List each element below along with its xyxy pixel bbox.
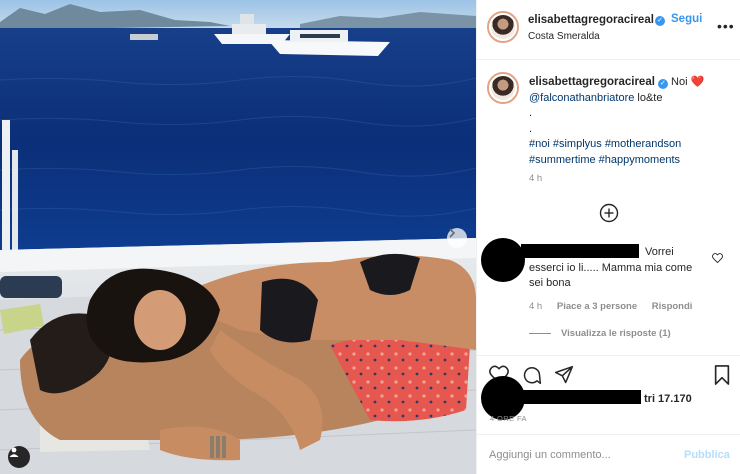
share-icon	[554, 365, 574, 384]
user-tag-button[interactable]	[8, 446, 30, 468]
comment-meta: 4 h Piace a 3 persone Rispondi	[529, 301, 704, 312]
comment-line: Vorrei	[645, 246, 674, 258]
header-username[interactable]: elisabettagregoracireal	[528, 14, 654, 26]
load-more-comments-button[interactable]	[599, 203, 619, 223]
heart-icon	[712, 253, 723, 264]
caption: elisabettagregoracireal ✓ Noi ❤️ @falcon…	[529, 75, 734, 168]
view-replies-label: Visualizza le risposte (1)	[561, 328, 671, 339]
bookmark-icon	[714, 365, 730, 385]
comment-input[interactable]	[489, 445, 669, 465]
next-arrow-icon	[449, 228, 456, 238]
likes-row: tri 17.170	[477, 376, 740, 420]
user-tag-icon	[9, 447, 19, 457]
heart-emoji: ❤️	[690, 76, 705, 88]
verified-badge-icon: ✓	[657, 79, 668, 89]
caption-time: 4 h	[529, 173, 543, 184]
comment-time: 4 h	[529, 301, 543, 312]
plus-circle-icon	[599, 203, 619, 223]
hashtags-line[interactable]: #summertime #happymoments	[529, 153, 734, 169]
next-photo-button[interactable]	[447, 228, 467, 248]
caption-username[interactable]: elisabettagregoracireal	[529, 76, 655, 88]
caption-text: Noi	[671, 76, 688, 88]
redacted-likers	[511, 390, 641, 404]
hashtags-line[interactable]: #noi #simplyus #motherandson	[529, 137, 734, 153]
comment-avatar-redacted[interactable]	[481, 238, 525, 282]
comment-line: sei bona	[529, 277, 571, 289]
caption-mention-suffix: lo&te	[637, 91, 663, 104]
likes-count[interactable]: tri 17.170	[644, 393, 692, 405]
comment-line: esserci io li..... Mamma mia come	[529, 261, 693, 274]
comment-likes-link[interactable]: Piace a 3 persone	[557, 301, 637, 312]
reply-button[interactable]: Rispondi	[652, 301, 693, 312]
more-options-icon[interactable]: •••	[717, 18, 735, 34]
follow-button[interactable]: Segui	[671, 13, 702, 25]
comment-icon	[523, 366, 542, 385]
mention-link[interactable]: @falconathanbriatore	[529, 92, 634, 104]
caption-dot: .	[529, 122, 533, 135]
comment-text: Vorrei esserci io li..... Mamma mia come…	[529, 245, 709, 292]
view-replies-button[interactable]: Visualizza le risposte (1)	[529, 328, 671, 339]
post-panel: elisabettagregoracireal ✓ Segui Costa Sm…	[476, 0, 740, 474]
add-comment-bar: Pubblica	[477, 434, 740, 474]
photo-scene	[0, 0, 476, 474]
publish-button[interactable]: Pubblica	[684, 449, 730, 461]
replies-divider	[529, 333, 551, 334]
verified-badge-icon: ✓	[655, 16, 665, 26]
post-photo[interactable]	[0, 0, 476, 474]
caption-dot: .	[529, 107, 533, 119]
post-header: elisabettagregoracireal ✓ Segui Costa Sm…	[477, 0, 740, 60]
caption-avatar[interactable]	[487, 72, 519, 104]
location-link[interactable]: Costa Smeralda	[528, 31, 600, 42]
avatar[interactable]	[487, 11, 519, 43]
comment-like-button[interactable]	[712, 253, 723, 266]
post-time: 4 ORE FA	[490, 414, 527, 423]
